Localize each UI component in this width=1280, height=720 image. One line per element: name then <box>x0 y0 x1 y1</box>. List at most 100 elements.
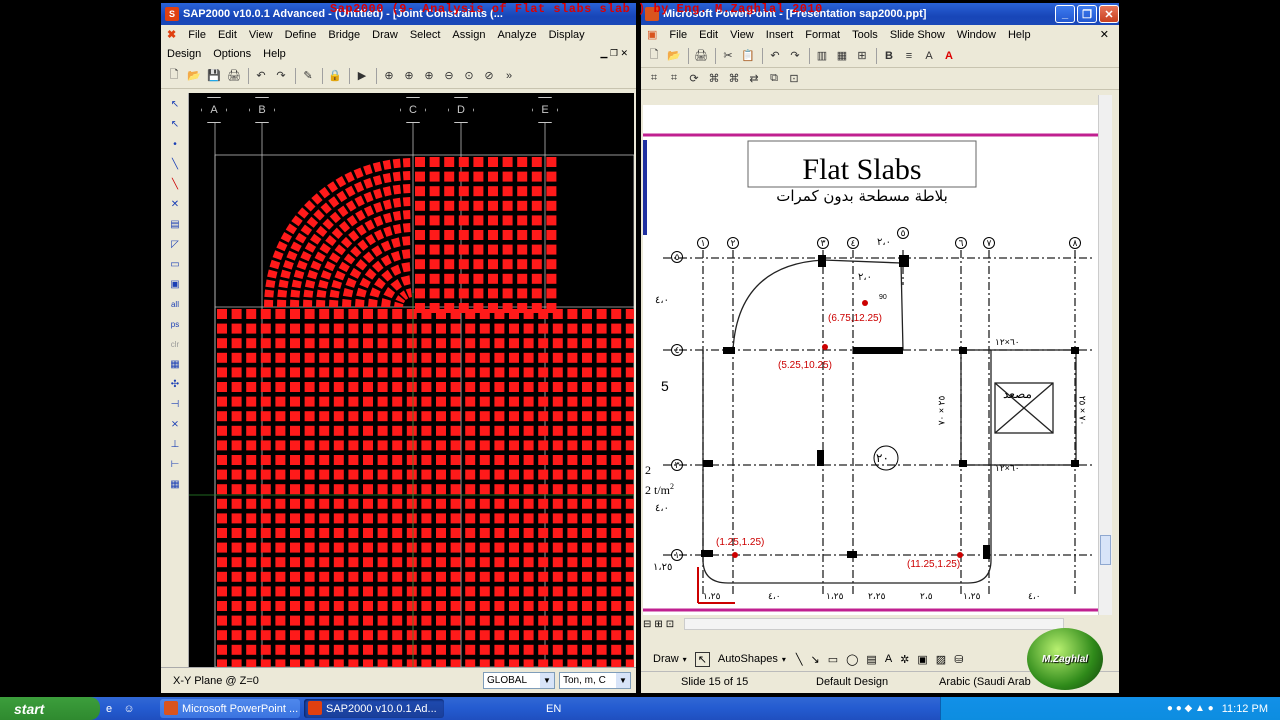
sap-menu-file[interactable]: File <box>182 29 212 41</box>
ppt-menu-edit[interactable]: Edit <box>693 29 724 41</box>
ppt-menu-slideshow[interactable]: Slide Show <box>884 29 951 41</box>
snap-ends-icon[interactable]: ⊣ <box>165 395 185 413</box>
print-icon[interactable]: 🖨 <box>692 47 710 65</box>
ungroup-icon[interactable]: ⌗ <box>665 70 683 88</box>
sap-menu-design[interactable]: Design <box>161 48 207 60</box>
diagram-icon[interactable]: ✲ <box>900 653 909 666</box>
zoom-window-icon[interactable]: ⊕ <box>380 67 398 85</box>
slide-canvas[interactable]: Flat Slabs بلاطة مسطحة بدون كمرات (6.75,… <box>643 105 1098 615</box>
order-icon[interactable]: ⧉ <box>765 70 783 88</box>
ppt-menu-view[interactable]: View <box>724 29 760 41</box>
sap-menu-help[interactable]: Help <box>257 48 292 60</box>
snap-perp-icon[interactable]: ⊥ <box>165 435 185 453</box>
autoshapes-menu[interactable]: AutoShapes <box>718 653 778 665</box>
coord-system-select[interactable]: GLOBAL ▼ <box>483 672 555 689</box>
zoom-out-icon[interactable]: ⊖ <box>440 67 458 85</box>
ppt-vertical-scrollbar[interactable] <box>1098 95 1112 615</box>
align-icon[interactable]: ≡ <box>900 47 918 65</box>
ppt-doc-close-icon[interactable]: ✕ <box>1094 28 1115 41</box>
zoom-prev-icon[interactable]: ⊘ <box>480 67 498 85</box>
zoom-full-icon[interactable]: ⊕ <box>400 67 418 85</box>
undo-icon[interactable]: ↶ <box>766 47 784 65</box>
sap-menu-edit[interactable]: Edit <box>212 29 243 41</box>
draw-poly-area-icon[interactable]: ◸ <box>165 235 185 253</box>
bold-icon[interactable]: B <box>880 47 898 65</box>
undo-icon[interactable]: ↶ <box>252 67 270 85</box>
close-icon[interactable]: ✕ <box>1099 5 1119 23</box>
ppt-menu-file[interactable]: File <box>663 29 693 41</box>
restore-icon[interactable]: ❐ <box>1077 5 1097 23</box>
sap-menu-define[interactable]: Define <box>279 29 323 41</box>
ppt-doc-icon[interactable]: ▣ <box>641 28 663 41</box>
sap-menu-analyze[interactable]: Analyze <box>491 29 542 41</box>
pencil-icon[interactable]: ✎ <box>299 67 317 85</box>
snap-intersect-icon[interactable]: ⨯ <box>165 415 185 433</box>
messenger-icon[interactable]: ☺ <box>120 700 138 718</box>
sap-model-canvas[interactable]: A B C D E <box>189 93 634 667</box>
redo-icon[interactable]: ↷ <box>272 67 290 85</box>
draw-menu[interactable]: Draw <box>653 653 679 665</box>
fill-color-icon[interactable]: ⛁ <box>954 653 963 666</box>
sap-doc-icon[interactable]: ✖ <box>161 28 182 41</box>
sap-menu-draw[interactable]: Draw <box>366 29 404 41</box>
redo-icon[interactable]: ↷ <box>786 47 804 65</box>
new-icon[interactable]: 🗋 <box>645 47 663 65</box>
select-all-icon[interactable]: all <box>165 295 185 313</box>
intersecting-select-icon[interactable]: ▦ <box>165 355 185 373</box>
quick-frame-icon[interactable]: ╲ <box>165 175 185 193</box>
draw-link-icon[interactable]: ▤ <box>165 215 185 233</box>
pan-icon[interactable]: ⊙ <box>460 67 478 85</box>
slideshow-view-icon[interactable]: ⊡ <box>666 619 674 630</box>
sap-menu-view[interactable]: View <box>243 29 279 41</box>
sap-menu-assign[interactable]: Assign <box>446 29 491 41</box>
start-button[interactable]: start <box>0 697 100 720</box>
open-icon[interactable]: 📂 <box>185 67 203 85</box>
grid-icon[interactable]: ⊞ <box>853 47 871 65</box>
pointer-icon[interactable]: ↖ <box>165 95 185 113</box>
minimize-icon[interactable]: _ <box>1055 5 1075 23</box>
oval-icon[interactable]: ◯ <box>846 653 858 666</box>
draw-joint-icon[interactable]: • <box>165 135 185 153</box>
line-icon[interactable]: ╲ <box>796 653 803 666</box>
ie-icon[interactable]: e <box>100 700 118 718</box>
wordart-icon[interactable]: A <box>885 653 892 665</box>
new-model-icon[interactable]: 🗋 <box>165 67 183 85</box>
task-powerpoint[interactable]: Microsoft PowerPoint ... <box>160 699 300 718</box>
rectangle-icon[interactable]: ▭ <box>828 653 838 666</box>
textbox-icon[interactable]: ▤ <box>866 653 876 666</box>
ppt-menu-window[interactable]: Window <box>951 29 1002 41</box>
run-icon[interactable]: ▶ <box>353 67 371 85</box>
select-previous-icon[interactable]: ps <box>165 315 185 333</box>
normal-view-icon[interactable]: ⊟ <box>643 619 651 630</box>
units-select[interactable]: Ton, m, C ▼ <box>559 672 631 689</box>
shape-icon[interactable]: ⌘ <box>725 70 743 88</box>
save-icon[interactable]: 💾 <box>205 67 223 85</box>
ppt-horizontal-scrollbar[interactable] <box>684 618 1065 630</box>
chart-icon[interactable]: ▥ <box>813 47 831 65</box>
group-icon[interactable]: ⌗ <box>645 70 663 88</box>
quick-area-icon[interactable]: ▣ <box>165 275 185 293</box>
sap-menu-bridge[interactable]: Bridge <box>322 29 366 41</box>
picture-icon[interactable]: ▨ <box>936 653 946 666</box>
connector-icon[interactable]: ⌘ <box>705 70 723 88</box>
task-sap2000[interactable]: SAP2000 v10.0.1 Ad... <box>304 699 444 718</box>
font-color-icon[interactable]: A <box>940 47 958 65</box>
cut-icon[interactable]: ✂ <box>719 47 737 65</box>
snap-line-icon[interactable]: ⊢ <box>165 455 185 473</box>
paste-icon[interactable]: 📋 <box>739 47 757 65</box>
table-icon[interactable]: ▦ <box>833 47 851 65</box>
sap-menu-select[interactable]: Select <box>404 29 447 41</box>
sap-mdi-controls[interactable]: ▁ ❐ ✕ <box>594 48 634 59</box>
edit-points-icon[interactable]: ⊡ <box>785 70 803 88</box>
language-indicator[interactable]: EN <box>546 703 561 715</box>
select-objects-icon[interactable]: ↖ <box>694 651 710 667</box>
zoom-in-icon[interactable]: ⊕ <box>420 67 438 85</box>
arrow-icon[interactable]: ↘ <box>810 653 819 666</box>
sap-menu-options[interactable]: Options <box>207 48 257 60</box>
clear-selection-icon[interactable]: clr <box>165 335 185 353</box>
ppt-menu-help[interactable]: Help <box>1002 29 1037 41</box>
ppt-menu-format[interactable]: Format <box>799 29 846 41</box>
toolbar-overflow-icon[interactable]: » <box>500 67 518 85</box>
scroll-thumb[interactable] <box>1100 535 1111 565</box>
open-icon[interactable]: 📂 <box>665 47 683 65</box>
